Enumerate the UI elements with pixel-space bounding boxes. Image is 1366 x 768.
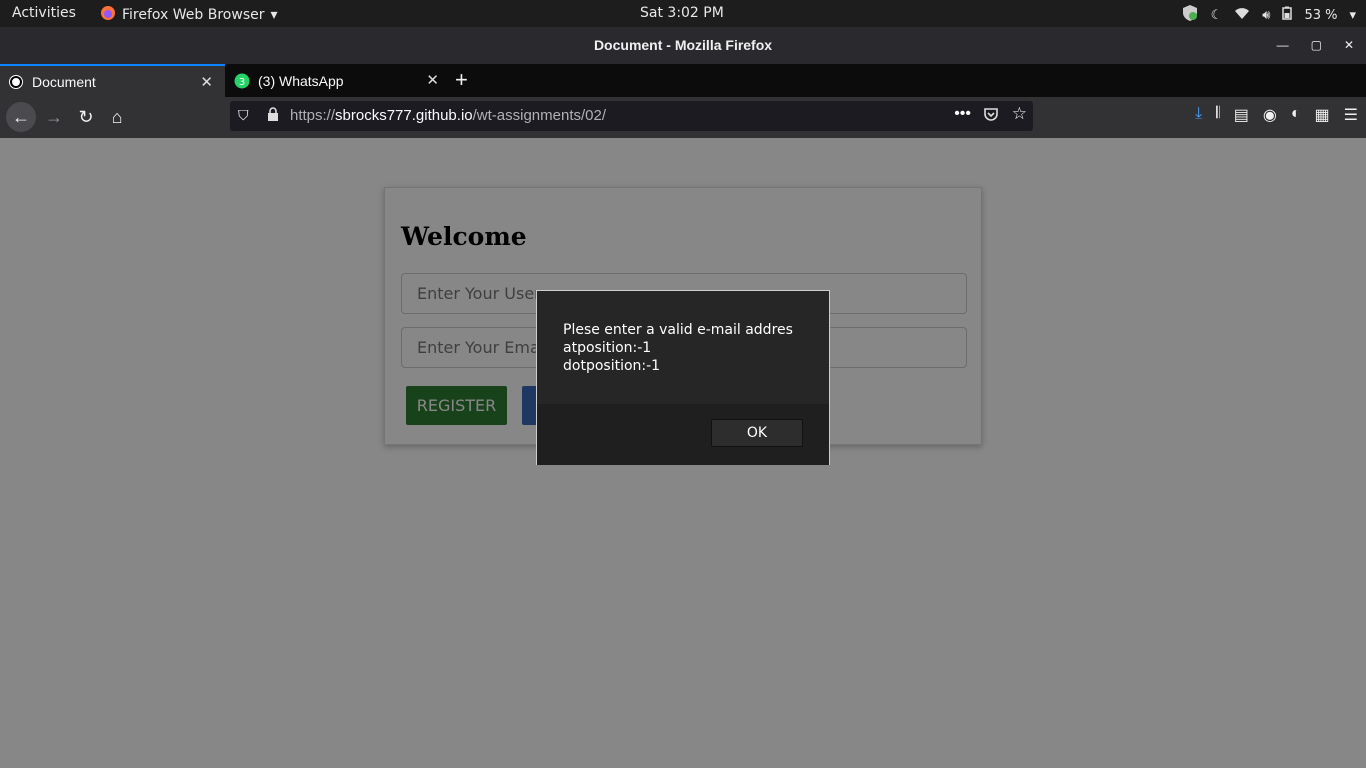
system-top-bar: Activities Firefox Web Browser ▾ Sat 3:0… bbox=[0, 0, 1366, 27]
window-titlebar: Document - Mozilla Firefox — ▢ ✕ bbox=[0, 27, 1366, 64]
home-icon[interactable]: ⌂ bbox=[103, 103, 131, 131]
volume-icon: 🔊︎ bbox=[1262, 7, 1271, 23]
tab-whatsapp[interactable]: 3 (3) WhatsApp ✕ bbox=[226, 64, 451, 97]
svg-text:3: 3 bbox=[239, 77, 245, 88]
chevron-down-icon: ▾ bbox=[270, 7, 278, 23]
back-arrow-icon[interactable]: ← bbox=[6, 102, 36, 132]
ok-button[interactable]: OK bbox=[711, 419, 803, 447]
account-icon[interactable]: ◉ bbox=[1263, 105, 1277, 125]
url-bar[interactable]: ⛉ https://sbrocks777.github.io/wt-assign… bbox=[230, 101, 1033, 131]
wifi-icon bbox=[1234, 6, 1250, 24]
clock[interactable]: Sat 3:02 PM bbox=[640, 5, 724, 21]
tab-label: (3) WhatsApp bbox=[258, 72, 344, 89]
alert-message: Plese enter a valid e-mail addres atposi… bbox=[563, 321, 793, 375]
forward-arrow-icon[interactable]: → bbox=[40, 103, 68, 131]
app-menu[interactable]: Firefox Web Browser ▾ bbox=[100, 5, 278, 25]
new-tab-icon[interactable]: + bbox=[455, 68, 468, 92]
window-title: Document - Mozilla Firefox bbox=[593, 37, 773, 53]
alert-line: dotposition:-1 bbox=[563, 358, 661, 374]
lock-icon[interactable] bbox=[266, 106, 280, 126]
toolbar-icons: ⤓ 𝄃 ▤ ◉ ◐ ▦ ☰ bbox=[1195, 105, 1358, 125]
menu-icon[interactable]: ☰ bbox=[1344, 105, 1358, 125]
maximize-icon[interactable]: ▢ bbox=[1311, 27, 1322, 64]
addons-icon[interactable]: ▦ bbox=[1315, 105, 1330, 125]
app-name: Firefox Web Browser bbox=[122, 7, 265, 23]
download-icon[interactable]: ⤓ bbox=[1195, 105, 1202, 125]
document-favicon bbox=[8, 74, 24, 90]
reload-icon[interactable]: ↻ bbox=[72, 103, 100, 131]
battery-icon bbox=[1282, 6, 1293, 24]
tracking-protection-icon[interactable]: ⛉ bbox=[238, 107, 249, 124]
tab-label: Document bbox=[32, 73, 96, 90]
close-icon[interactable]: ✕ bbox=[426, 71, 439, 89]
alert-line: atposition:-1 bbox=[563, 340, 652, 356]
night-light-icon: ☾ bbox=[1210, 7, 1223, 23]
chevron-down-icon: ▾ bbox=[1349, 7, 1356, 23]
close-icon[interactable]: ✕ bbox=[1344, 27, 1354, 64]
url-text[interactable]: https://sbrocks777.github.io/wt-assignme… bbox=[290, 107, 606, 124]
extension-icon[interactable]: ◐ bbox=[1291, 105, 1301, 125]
firefox-icon bbox=[100, 5, 116, 25]
minimize-icon[interactable]: — bbox=[1277, 27, 1289, 64]
tab-document[interactable]: Document ✕ bbox=[0, 64, 225, 97]
tab-strip: Document ✕ 3 (3) WhatsApp ✕ + bbox=[0, 64, 1366, 97]
pocket-icon[interactable] bbox=[983, 106, 999, 126]
activities-button[interactable]: Activities bbox=[12, 5, 76, 21]
whatsapp-icon: 3 bbox=[234, 73, 250, 89]
system-tray[interactable]: ☾ 🔊︎ 53 % ▾ bbox=[1181, 4, 1356, 26]
close-icon[interactable]: ✕ bbox=[200, 73, 213, 91]
nav-toolbar: ← → ↻ ⌂ ⛉ https://sbrocks777.github.io/w… bbox=[0, 97, 1366, 138]
bookmark-star-icon[interactable]: ☆ bbox=[1012, 104, 1027, 124]
alert-dialog: Plese enter a valid e-mail addres atposi… bbox=[536, 290, 830, 465]
alert-line: Plese enter a valid e-mail addres bbox=[563, 322, 793, 338]
more-actions-icon[interactable]: ••• bbox=[954, 105, 971, 123]
shield-icon bbox=[1181, 4, 1199, 26]
battery-percent: 53 % bbox=[1304, 7, 1338, 23]
sidebar-icon[interactable]: ▤ bbox=[1234, 105, 1249, 125]
library-icon[interactable]: 𝄃 bbox=[1216, 105, 1220, 125]
